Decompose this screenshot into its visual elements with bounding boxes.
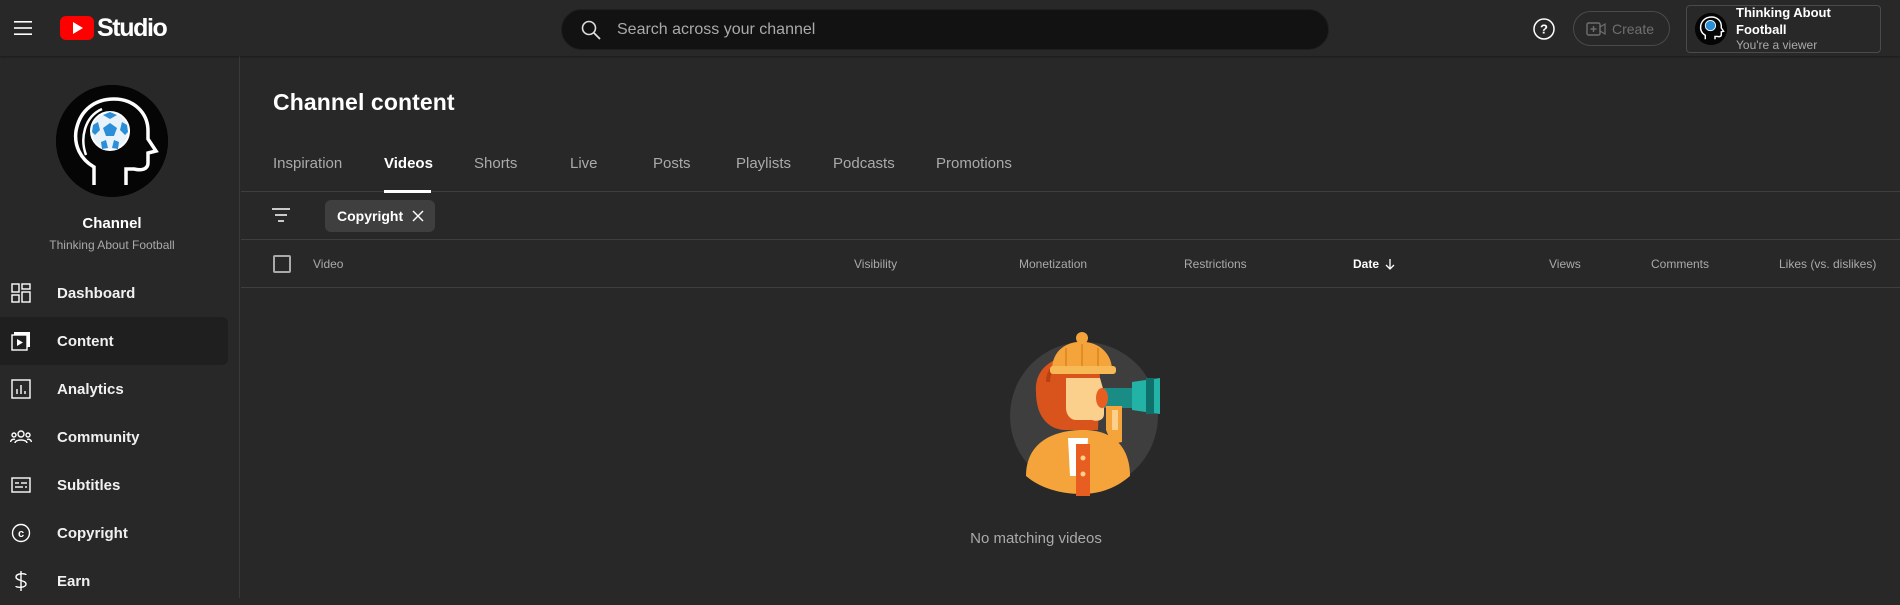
sidebar-item-subtitles[interactable]: Subtitles (0, 461, 228, 509)
sidebar-nav: Dashboard Content Analytics Community Su… (0, 269, 240, 605)
dollar-icon (10, 570, 32, 592)
column-restrictions: Restrictions (1184, 257, 1247, 271)
hamburger-menu-button[interactable] (9, 12, 36, 44)
sidebar-item-label: Dashboard (57, 284, 136, 302)
tab-shorts[interactable]: Shorts (474, 134, 519, 192)
sidebar-item-label: Subtitles (57, 476, 121, 494)
tab-podcasts[interactable]: Podcasts (833, 134, 896, 192)
account-name: Thinking About Football (1736, 5, 1831, 37)
studio-logo[interactable]: Studio (60, 13, 168, 42)
column-comments: Comments (1651, 257, 1710, 271)
arrow-down-icon (1385, 259, 1395, 270)
tab-label: Posts (653, 155, 691, 172)
column-monetization: Monetization (1019, 257, 1088, 271)
tab-playlists[interactable]: Playlists (736, 134, 793, 192)
help-icon[interactable]: ? (1532, 17, 1556, 41)
search-bar[interactable] (561, 9, 1329, 50)
tab-promotions[interactable]: Promotions (936, 134, 1016, 192)
create-label: Create (1612, 20, 1655, 37)
column-date-label: Date (1353, 257, 1380, 271)
column-date-sort[interactable]: Date (1353, 257, 1397, 271)
channel-title: Channel (82, 215, 142, 232)
content-icon (10, 330, 32, 352)
filter-bar: Copyright (241, 192, 1900, 240)
column-visibility: Visibility (854, 257, 898, 271)
tab-label: Live (570, 155, 598, 172)
community-icon (10, 426, 32, 448)
close-icon[interactable] (411, 209, 425, 223)
sidebar-item-label: Earn (57, 572, 91, 590)
channel-name: Thinking About Football (49, 238, 175, 252)
sidebar-item-copyright[interactable]: c Copyright (0, 509, 228, 557)
filter-icon[interactable] (270, 204, 292, 226)
filter-chip-copyright[interactable]: Copyright (325, 200, 436, 232)
sidebar-item-label: Copyright (57, 524, 128, 542)
tab-live[interactable]: Live (570, 134, 598, 192)
sidebar-item-label: Community (57, 428, 140, 446)
tab-label: Shorts (474, 155, 518, 172)
dashboard-icon (10, 282, 32, 304)
search-icon (580, 19, 602, 41)
account-avatar (1695, 13, 1727, 45)
content-tabs: Inspiration Videos Shorts Live Posts Pla… (241, 134, 1900, 193)
sidebar: Channel Thinking About Football Dashboar… (0, 56, 240, 598)
table-header-row: Video Visibility Monetization Restrictio… (241, 240, 1900, 288)
filter-chip-label: Copyright (337, 208, 404, 224)
tab-videos[interactable]: Videos (384, 134, 433, 193)
tab-label: Inspiration (273, 155, 343, 172)
tab-inspiration[interactable]: Inspiration (273, 134, 345, 192)
search-input[interactable] (617, 20, 1328, 39)
create-button[interactable]: Create (1573, 11, 1670, 46)
empty-state-message: No matching videos (970, 530, 1102, 547)
logo-text: Studio (97, 13, 168, 42)
sidebar-item-label: Analytics (57, 380, 124, 398)
sidebar-item-content[interactable]: Content (0, 317, 228, 365)
create-video-icon (1586, 21, 1606, 36)
tab-label: Videos (384, 155, 433, 172)
sidebar-item-dashboard[interactable]: Dashboard (0, 269, 228, 317)
sidebar-item-analytics[interactable]: Analytics (0, 365, 228, 413)
menu-icon (13, 21, 32, 35)
youtube-play-logo-icon (60, 16, 94, 40)
channel-avatar[interactable] (56, 85, 168, 197)
svg-text:c: c (18, 528, 24, 540)
tab-label: Playlists (736, 155, 792, 172)
copyright-icon: c (10, 522, 32, 544)
subtitles-icon (10, 474, 32, 496)
tab-posts[interactable]: Posts (653, 134, 692, 192)
sidebar-item-community[interactable]: Community (0, 413, 228, 461)
main-content: Channel content Inspiration Videos Short… (241, 56, 1900, 598)
select-all-checkbox[interactable] (273, 255, 291, 273)
analytics-icon (10, 378, 32, 400)
column-video: Video (313, 257, 344, 271)
sidebar-item-label: Content (57, 332, 114, 350)
account-role: You're a viewer (1736, 37, 1818, 52)
top-app-bar: Studio ? Create (0, 0, 1900, 56)
account-switcher[interactable]: Thinking About Football You're a viewer (1686, 5, 1881, 53)
detective-binoculars-illustration (1010, 332, 1160, 496)
column-views: Views (1549, 257, 1581, 271)
tab-label: Promotions (936, 155, 1012, 172)
tab-label: Podcasts (833, 155, 895, 172)
svg-text:?: ? (1540, 22, 1548, 37)
column-likes: Likes (vs. dislikes) (1779, 257, 1877, 271)
page-title: Channel content (273, 89, 455, 115)
